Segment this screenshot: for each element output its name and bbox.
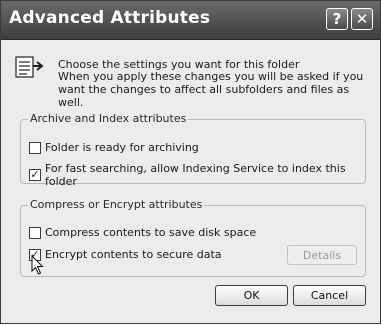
close-icon: ✕ — [355, 10, 369, 28]
compress-checkbox[interactable] — [29, 226, 41, 239]
indexing-checkbox-row[interactable]: ✓ For fast searching, allow Indexing Ser… — [29, 162, 380, 188]
indexing-checkbox-label[interactable]: For fast searching, allow Indexing Servi… — [45, 162, 380, 188]
dialog-title: Advanced Attributes — [9, 8, 211, 28]
compress-encrypt-group-label: Compress or Encrypt attributes — [28, 198, 205, 211]
archive-checkbox[interactable] — [29, 141, 41, 154]
details-button[interactable]: Details — [287, 245, 357, 265]
archive-index-group-label: Archive and Index attributes — [28, 112, 189, 125]
intro-description: When you apply these changes you will be… — [58, 70, 364, 109]
help-icon: ? — [332, 10, 342, 28]
title-bar[interactable]: Advanced Attributes ? ✕ — [1, 1, 380, 40]
compress-checkbox-row[interactable]: Compress contents to save disk space — [29, 226, 256, 239]
dialog-body: Choose the settings you want for this fo… — [1, 40, 380, 323]
advanced-attributes-dialog: Advanced Attributes ? ✕ Choose the setti… — [0, 0, 381, 324]
help-button[interactable]: ? — [326, 8, 348, 30]
compress-encrypt-group: Compress or Encrypt attributes — [20, 198, 366, 277]
archive-checkbox-label[interactable]: Folder is ready for archiving — [45, 141, 199, 154]
indexing-checkbox[interactable]: ✓ — [29, 169, 41, 181]
compress-checkbox-label[interactable]: Compress contents to save disk space — [45, 226, 256, 239]
cancel-button[interactable]: Cancel — [293, 285, 366, 306]
encrypt-checkbox-row[interactable]: ✓ Encrypt contents to secure data — [29, 248, 222, 261]
folder-settings-icon — [15, 56, 44, 78]
close-button[interactable]: ✕ — [351, 8, 373, 30]
encrypt-checkbox-label[interactable]: Encrypt contents to secure data — [45, 248, 222, 261]
ok-button[interactable]: OK — [215, 285, 288, 306]
mouse-pointer-icon — [31, 255, 44, 275]
archive-checkbox-row[interactable]: Folder is ready for archiving — [29, 141, 199, 154]
